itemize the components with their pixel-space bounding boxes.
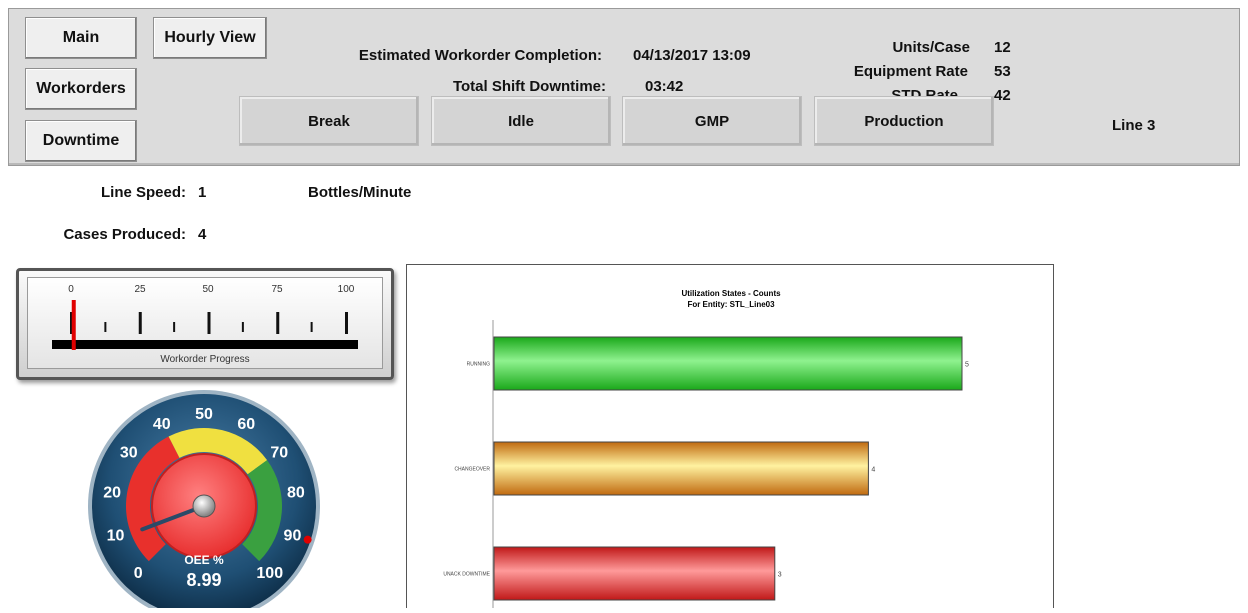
cases-produced-label: Cases Produced: xyxy=(63,226,186,243)
line-speed-label: Line Speed: xyxy=(100,184,186,201)
hourly-view-button[interactable]: Hourly View xyxy=(153,17,267,59)
progress-major-tick xyxy=(345,312,348,334)
progress-needle xyxy=(71,300,76,350)
progress-gauge-label: Workorder Progress xyxy=(160,354,249,365)
idle-button[interactable]: Idle xyxy=(431,96,611,146)
chart-bar xyxy=(493,546,776,601)
oee-tick-label: 70 xyxy=(270,444,288,461)
utilization-chart: Utilization States - Counts For Entity: … xyxy=(406,264,1054,608)
progress-gauge-face: 0 25 50 75 100 Workorder Progress xyxy=(27,277,383,369)
chart-bar xyxy=(493,441,869,496)
chart-bar xyxy=(493,336,963,391)
shift-downtime-label: Total Shift Downtime: xyxy=(452,78,606,95)
oee-value: 8.99 xyxy=(186,570,221,590)
progress-major-tick xyxy=(276,312,280,334)
est-completion-label: Estimated Workorder Completion: xyxy=(358,47,602,64)
line-speed-value: 1 xyxy=(198,184,207,201)
progress-track xyxy=(52,340,358,349)
progress-minor-tick xyxy=(310,322,313,332)
progress-tick-label: 100 xyxy=(338,284,355,295)
oee-gauge: 0 10 20 30 40 50 60 70 80 90 100 OEE % 8.99 xyxy=(88,390,320,608)
shift-downtime-value: 03:42 xyxy=(645,78,684,95)
progress-minor-tick xyxy=(173,322,176,332)
chart-value-label: 4 xyxy=(871,467,875,474)
oee-tick-label: 30 xyxy=(120,444,138,461)
est-completion-value: 04/13/2017 13:09 xyxy=(633,47,751,64)
oee-tick-label: 40 xyxy=(153,416,171,433)
gmp-button[interactable]: GMP xyxy=(622,96,802,146)
utilization-chart-svg: Utilization States - Counts For Entity: … xyxy=(443,289,969,608)
chart-subtitle: For Entity: STL_Line03 xyxy=(687,300,775,309)
progress-scale: 0 25 50 75 100 Workorder Progress xyxy=(52,284,358,365)
chart-category-label: CHANGEOVER xyxy=(454,467,490,473)
oee-tick-label: 20 xyxy=(103,484,121,501)
units-case-label: Units/Case xyxy=(892,39,970,56)
oee-tick-label: 90 xyxy=(284,528,302,545)
oee-tick-label: 100 xyxy=(256,565,283,582)
progress-tick-label: 25 xyxy=(134,284,146,295)
oee-tick-label: 0 xyxy=(134,565,143,582)
oee-tick-label: 50 xyxy=(195,406,213,423)
progress-major-tick xyxy=(207,312,211,334)
production-button[interactable]: Production xyxy=(814,96,994,146)
chart-value-label: 5 xyxy=(965,362,969,369)
workorder-progress-gauge: 0 25 50 75 100 Workorder Progress xyxy=(16,268,394,380)
units-case-value: 12 xyxy=(994,39,1011,56)
progress-tick-label: 0 xyxy=(68,284,74,295)
progress-major-tick xyxy=(138,312,142,334)
oee-setpoint-marker xyxy=(303,535,312,544)
chart-value-label: 3 xyxy=(778,572,782,579)
downtime-button[interactable]: Downtime xyxy=(25,120,137,162)
line-speed-unit: Bottles/Minute xyxy=(308,184,412,201)
progress-tick-label: 50 xyxy=(202,284,214,295)
oee-tick-label: 10 xyxy=(107,528,125,545)
oee-tick-label: 80 xyxy=(287,484,305,501)
line-name: Line 3 xyxy=(1112,117,1156,134)
break-button[interactable]: Break xyxy=(239,96,419,146)
equipment-rate-value: 53 xyxy=(994,63,1011,80)
progress-minor-tick xyxy=(241,322,244,332)
std-rate-value: 42 xyxy=(994,87,1011,104)
oee-label: OEE % xyxy=(184,553,224,567)
oee-needle-hub xyxy=(192,494,216,518)
chart-title: Utilization States - Counts xyxy=(681,289,781,298)
chart-category-label: UNACK DOWNTIME xyxy=(443,572,490,578)
cases-produced-value: 4 xyxy=(198,226,207,243)
progress-tick-label: 75 xyxy=(271,284,283,295)
oee-tick-label: 60 xyxy=(237,416,255,433)
main-button[interactable]: Main xyxy=(25,17,137,59)
progress-minor-tick xyxy=(104,322,107,332)
workorders-button[interactable]: Workorders xyxy=(25,68,137,110)
equipment-rate-label: Equipment Rate xyxy=(853,63,968,80)
chart-category-label: RUNNING xyxy=(467,362,490,368)
